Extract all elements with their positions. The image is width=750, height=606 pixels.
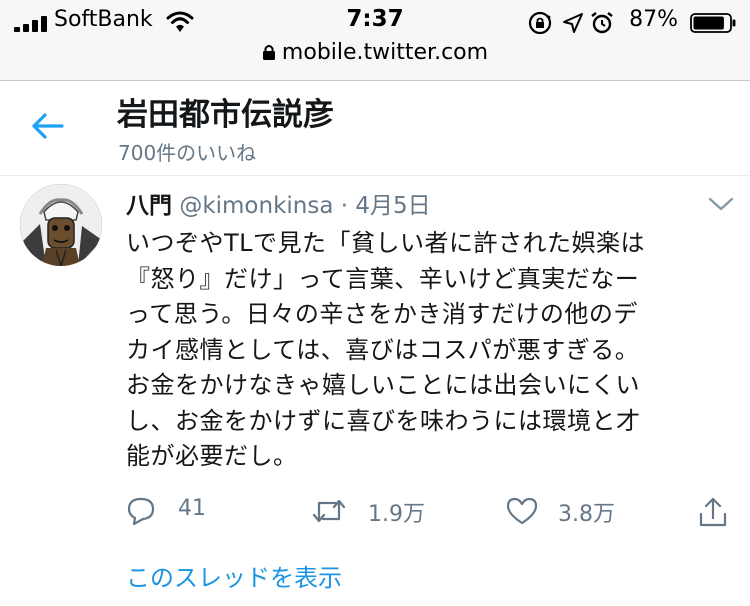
tweet-date[interactable]: 4月5日 xyxy=(355,193,430,219)
alarm-icon xyxy=(591,12,613,34)
tweet-header: 八門 @kimonkinsa · 4月5日 xyxy=(126,186,431,220)
status-bar: SoftBank 7:37 87% mobile.twitter.com xyxy=(0,0,750,81)
url-text: mobile.twitter.com xyxy=(281,40,489,65)
chevron-down-icon[interactable] xyxy=(708,196,734,212)
like-button[interactable]: 3.8万 xyxy=(506,492,636,532)
tweet-text-line: いつぞやTLで見た「貧しい者に許された娯楽は xyxy=(126,229,646,257)
like-count: 3.8万 xyxy=(558,502,615,527)
retweet-count: 1.9万 xyxy=(368,502,425,527)
author-name[interactable]: 八門 xyxy=(126,193,172,219)
show-thread-link[interactable]: このスレッドを表示 xyxy=(126,558,342,593)
likes-count-subtitle: 700件のいいね xyxy=(118,141,257,165)
battery-icon xyxy=(690,13,736,33)
avatar-image xyxy=(20,184,102,266)
tweet-text-line: カイ感情としては、喜びはコスパが悪すぎる。 xyxy=(126,335,640,364)
reply-button[interactable]: 41 xyxy=(126,492,236,532)
rotation-lock-icon xyxy=(528,11,552,35)
heart-icon xyxy=(506,497,538,525)
battery-percent: 87% xyxy=(629,7,678,32)
meta-separator: · xyxy=(340,193,349,219)
retweet-icon xyxy=(312,499,346,523)
tweet-text-line: 『怒り』だけ」って言葉、辛いけど真実だなー xyxy=(126,264,640,293)
tweet-text-line: って思う。日々の辛さをかき消すだけの他のデ xyxy=(126,300,638,328)
page-header: 岩田都市伝説彦 700件のいいね xyxy=(0,81,750,176)
page-title: 岩田都市伝説彦 xyxy=(117,97,334,133)
author-handle[interactable]: @kimonkinsa xyxy=(179,193,333,219)
tweet-text-line: 能が必要だし。 xyxy=(126,442,298,470)
back-arrow-icon[interactable] xyxy=(30,111,64,141)
tweet-actions: 41 1.9万 3.8万 xyxy=(0,492,750,532)
reply-count: 41 xyxy=(178,496,206,521)
tweet-text: いつぞやTLで見た「貧しい者に許された娯楽は 『怒り』だけ」って言葉、辛いけど真… xyxy=(126,226,726,475)
tweet-text-line: し、お金をかけずに喜びを味わうには環境と才 xyxy=(126,406,641,435)
share-button[interactable] xyxy=(698,492,732,532)
share-icon xyxy=(699,497,727,527)
lock-icon xyxy=(262,45,275,60)
retweet-button[interactable]: 1.9万 xyxy=(312,492,442,532)
tweet-text-line: お金をかけなきゃ嬉しいことには出会いにくい xyxy=(126,371,641,399)
reply-icon xyxy=(127,497,155,526)
avatar[interactable] xyxy=(20,184,102,266)
address-bar[interactable]: mobile.twitter.com xyxy=(0,40,750,65)
location-icon xyxy=(563,13,583,33)
